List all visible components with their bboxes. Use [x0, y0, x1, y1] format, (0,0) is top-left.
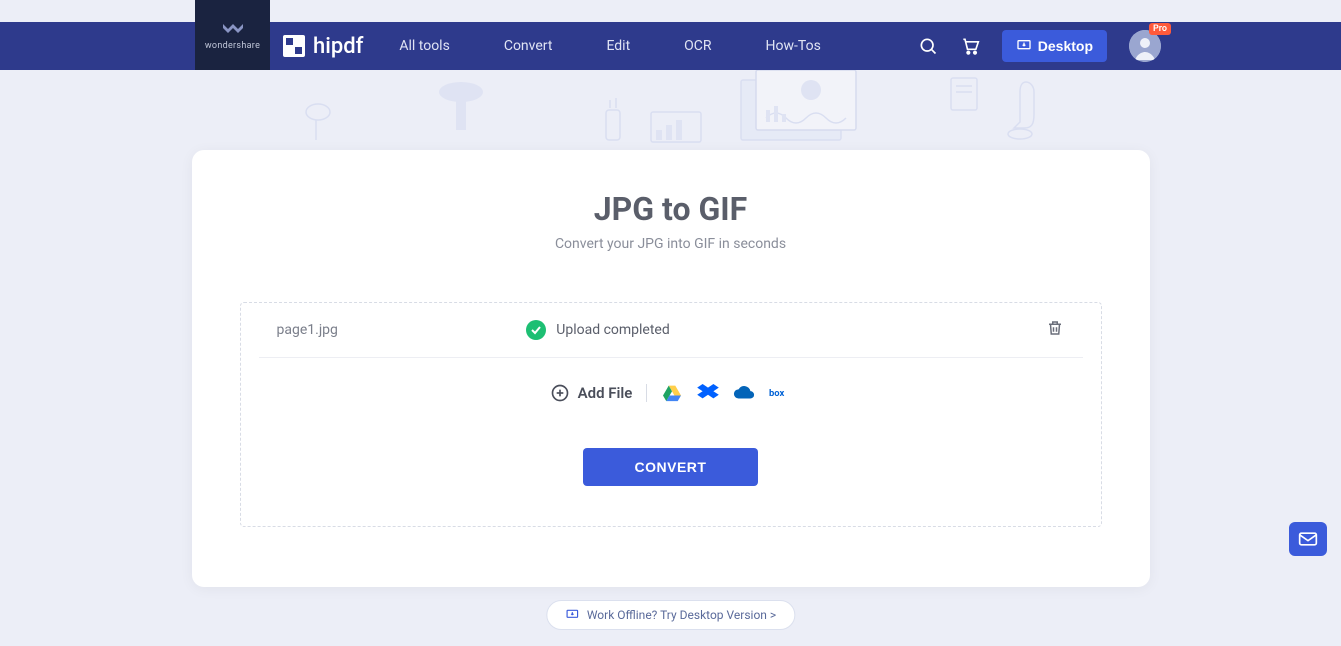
add-file-button[interactable]: Add File: [550, 383, 633, 403]
download-icon: [1016, 38, 1032, 54]
delete-file-button[interactable]: [1046, 319, 1064, 341]
feedback-button[interactable]: [1289, 522, 1327, 556]
dropbox-icon[interactable]: [697, 382, 719, 404]
wondershare-brand-text: wondershare: [205, 41, 260, 51]
convert-button[interactable]: CONVERT: [583, 448, 759, 486]
hipdf-logo-icon: [283, 35, 305, 57]
divider: [646, 384, 647, 402]
file-status-text: Upload completed: [556, 322, 670, 338]
plus-circle-icon: [550, 383, 570, 403]
nav-all-tools[interactable]: All tools: [399, 38, 449, 54]
page-subtitle: Convert your JPG into GIF in seconds: [192, 236, 1150, 252]
convert-button-label: CONVERT: [635, 459, 707, 475]
nav-convert[interactable]: Convert: [504, 38, 553, 54]
nav-edit[interactable]: Edit: [606, 38, 630, 54]
file-name: page1.jpg: [277, 322, 338, 338]
page-title: JPG to GIF: [192, 190, 1150, 228]
download-icon: [565, 608, 579, 622]
add-file-label: Add File: [578, 384, 633, 402]
desktop-button[interactable]: Desktop: [1002, 30, 1107, 62]
hipdf-logo-text: hipdf: [313, 34, 363, 59]
mail-icon: [1298, 531, 1318, 547]
wondershare-logo-icon: [221, 20, 245, 38]
converter-card: JPG to GIF Convert your JPG into GIF in …: [192, 150, 1150, 587]
onedrive-icon[interactable]: [733, 382, 755, 404]
user-avatar[interactable]: Pro: [1129, 30, 1161, 62]
work-offline-button[interactable]: Work Offline? Try Desktop Version >: [546, 600, 795, 630]
box-icon[interactable]: box: [769, 382, 791, 404]
hipdf-logo[interactable]: hipdf: [283, 34, 363, 59]
uploaded-file-row: page1.jpg Upload completed: [259, 303, 1083, 358]
svg-text:box: box: [769, 388, 785, 399]
header: wondershare hipdf All tools Convert Edit…: [0, 22, 1341, 70]
google-drive-icon[interactable]: [661, 382, 683, 404]
main-nav: All tools Convert Edit OCR How-Tos: [399, 38, 820, 54]
trash-icon: [1046, 319, 1064, 337]
add-file-row: Add File box: [241, 382, 1101, 404]
check-circle-icon: [526, 320, 546, 340]
file-status: Upload completed: [526, 320, 670, 340]
work-offline-label: Work Offline? Try Desktop Version >: [587, 608, 776, 622]
pro-badge: Pro: [1149, 23, 1171, 35]
search-icon[interactable]: [918, 36, 938, 56]
nav-howtos[interactable]: How-Tos: [766, 38, 821, 54]
nav-ocr[interactable]: OCR: [684, 38, 711, 54]
wondershare-brand-block[interactable]: wondershare: [195, 0, 270, 70]
desktop-button-label: Desktop: [1038, 38, 1093, 54]
file-drop-area[interactable]: page1.jpg Upload completed Add File: [240, 302, 1102, 527]
background-illustration: [196, 70, 1146, 160]
cart-icon[interactable]: [960, 36, 980, 56]
